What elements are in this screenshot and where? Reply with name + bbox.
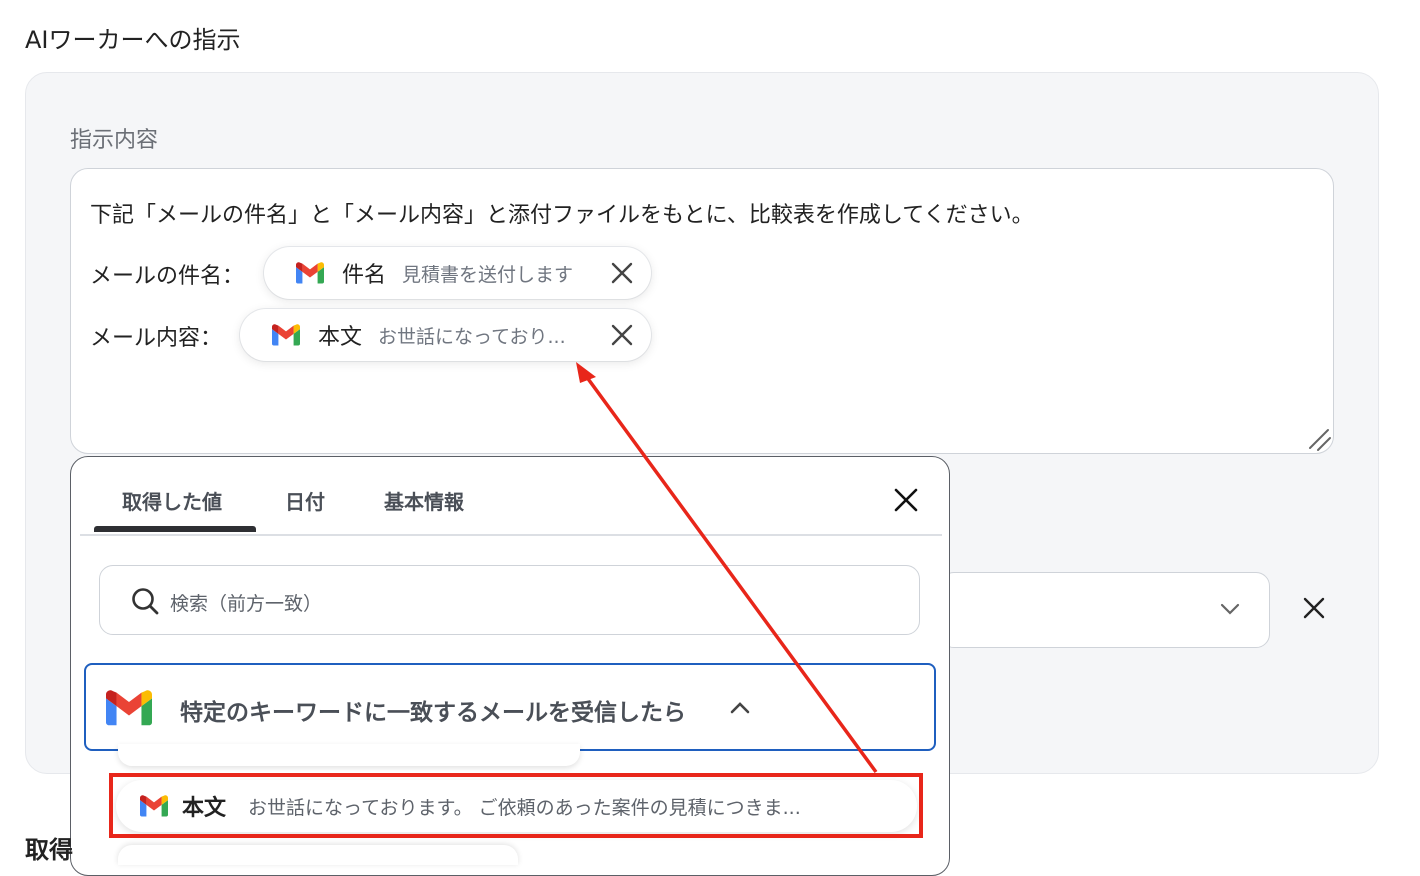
body-chip[interactable]: 本文 お世話になっており... — [240, 309, 651, 361]
chip-value: 見積書を送付します — [402, 263, 574, 286]
tab-basic-info[interactable]: 基本情報 — [384, 486, 464, 515]
tab-acquired-values[interactable]: 取得した値 — [122, 486, 222, 515]
list-item[interactable] — [118, 744, 580, 766]
gmail-icon — [106, 690, 152, 726]
chip-title: 件名 — [342, 263, 387, 288]
list-item[interactable] — [118, 845, 518, 865]
close-icon[interactable] — [609, 260, 635, 286]
search-icon — [132, 588, 159, 615]
close-icon[interactable] — [1302, 596, 1326, 620]
select-dropdown[interactable] — [940, 572, 1270, 648]
instruction-text: 下記「メールの件名」と「メール内容」と添付ファイルをもとに、比較表を作成してくだ… — [90, 203, 1034, 228]
search-placeholder: 検索（前方一致） — [170, 593, 323, 615]
close-icon[interactable] — [609, 322, 635, 348]
subject-chip[interactable]: 件名 見積書を送付します — [264, 247, 651, 299]
active-tab-indicator — [94, 526, 256, 532]
chip-title: 本文 — [318, 325, 363, 350]
field-label: 指示内容 — [70, 128, 159, 153]
gmail-icon — [296, 262, 324, 284]
chevron-down-icon — [1220, 603, 1240, 615]
trigger-accordion[interactable]: 特定のキーワードに一致するメールを受信したら — [84, 663, 936, 751]
subject-label: メールの件名： — [90, 264, 245, 289]
resize-handle-icon[interactable] — [1304, 424, 1332, 452]
tabs-divider — [80, 534, 942, 536]
chip-value: お世話になっており... — [378, 325, 566, 348]
highlight-box — [109, 773, 923, 838]
chevron-up-icon — [730, 702, 750, 714]
body-label: メール内容： — [90, 326, 223, 351]
next-section-title: 取得 — [25, 836, 73, 864]
trigger-label: 特定のキーワードに一致するメールを受信したら — [180, 700, 686, 726]
gmail-icon — [272, 324, 300, 346]
close-icon[interactable] — [893, 487, 919, 513]
section-title: AIワーカーへの指示 — [25, 26, 241, 54]
search-input[interactable]: 検索（前方一致） — [99, 565, 920, 635]
tab-date[interactable]: 日付 — [285, 486, 325, 515]
